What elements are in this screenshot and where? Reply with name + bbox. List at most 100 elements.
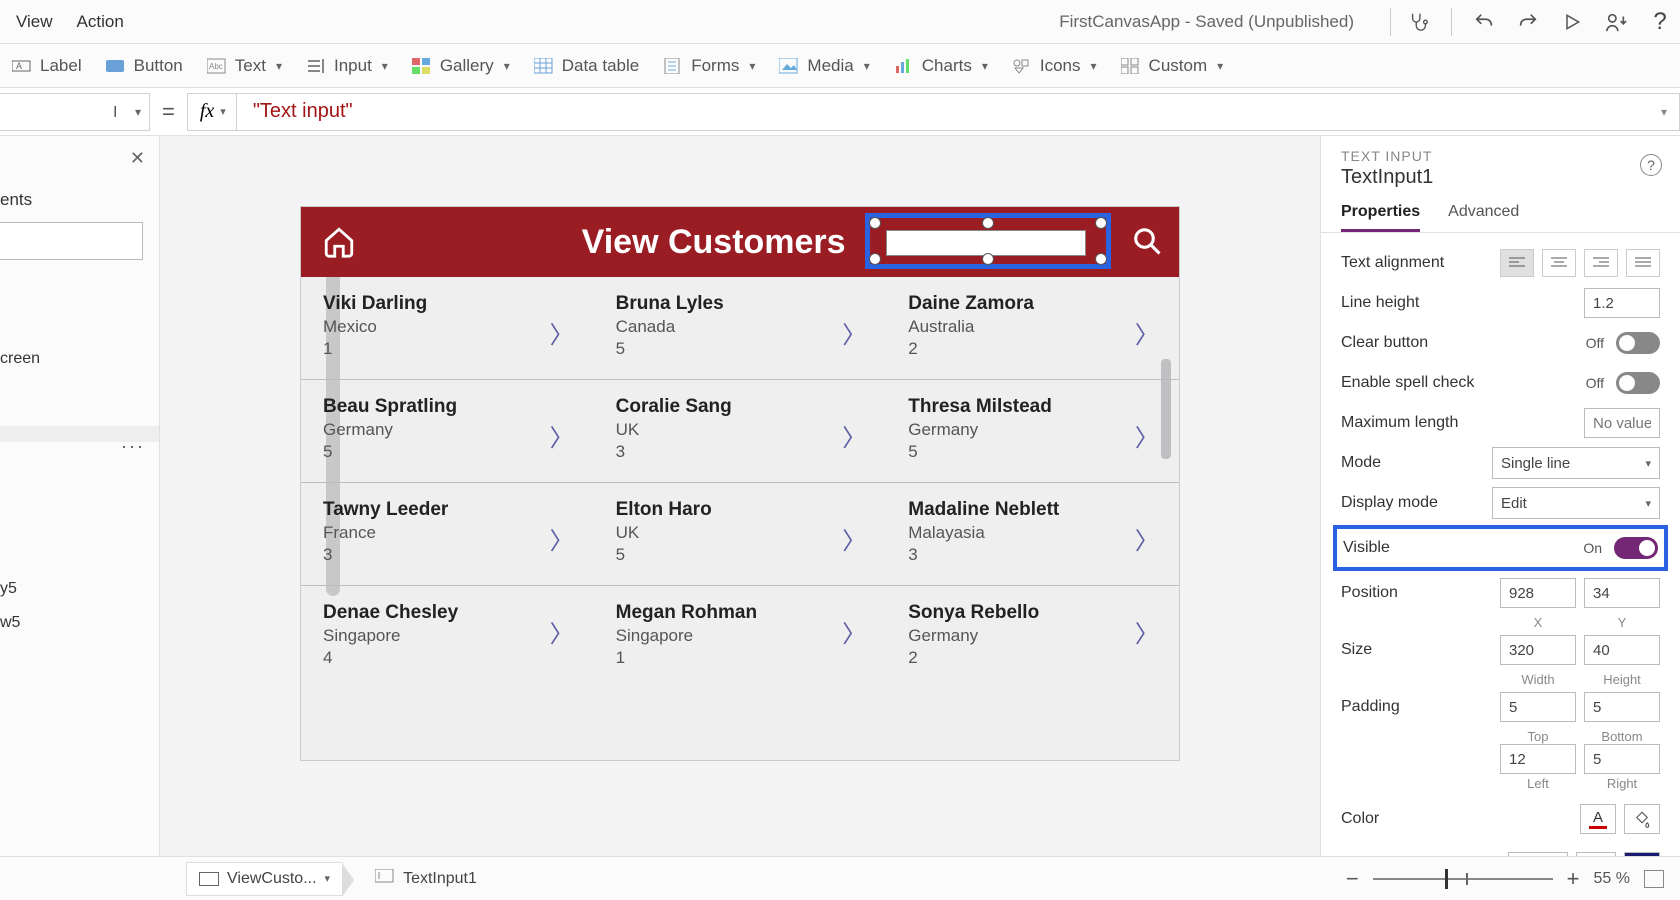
insert-text[interactable]: Abc Text▾ bbox=[207, 56, 282, 76]
padding-top-input[interactable] bbox=[1500, 692, 1576, 722]
insert-forms[interactable]: Forms▾ bbox=[663, 56, 755, 76]
insert-gallery[interactable]: Gallery▾ bbox=[412, 56, 510, 76]
tree-item[interactable]: y5 bbox=[0, 572, 159, 606]
chevron-right-icon[interactable]: 〉 bbox=[1135, 418, 1159, 453]
customer-card[interactable]: Bruna LylesCanada5〉 bbox=[594, 277, 887, 380]
prop-position-label: Position bbox=[1341, 584, 1500, 602]
fill-color-button[interactable] bbox=[1624, 804, 1660, 834]
align-center-button[interactable] bbox=[1542, 249, 1576, 277]
fullscreen-icon[interactable] bbox=[1644, 870, 1664, 888]
chevron-right-icon[interactable]: 〉 bbox=[550, 521, 574, 556]
resize-handle[interactable] bbox=[869, 217, 881, 229]
chevron-right-icon[interactable]: 〉 bbox=[1135, 315, 1159, 350]
tree-selected-item[interactable]: ··· bbox=[0, 426, 159, 442]
formula-input[interactable]: "Text input" ▾ bbox=[237, 93, 1680, 131]
visible-toggle[interactable] bbox=[1614, 537, 1658, 559]
customer-card[interactable]: Beau SpratlingGermany5〉 bbox=[301, 380, 594, 483]
tree-item[interactable]: w5 bbox=[0, 606, 159, 640]
close-icon[interactable]: ✕ bbox=[130, 148, 145, 169]
customer-card[interactable]: Sonya RebelloGermany2〉 bbox=[886, 586, 1179, 660]
insert-charts[interactable]: Charts▾ bbox=[894, 56, 988, 76]
zoom-slider[interactable] bbox=[1373, 878, 1553, 880]
tab-properties[interactable]: Properties bbox=[1341, 203, 1420, 232]
customer-card[interactable]: Denae ChesleySingapore4〉 bbox=[301, 586, 594, 660]
chevron-right-icon[interactable]: 〉 bbox=[550, 315, 574, 350]
customer-card[interactable]: Madaline NeblettMalayasia3〉 bbox=[886, 483, 1179, 586]
insert-custom[interactable]: Custom▾ bbox=[1121, 56, 1224, 76]
breadcrumb-control[interactable]: TextInput1 bbox=[363, 862, 489, 896]
insert-button[interactable]: Button bbox=[106, 56, 183, 76]
zoom-in-button[interactable]: + bbox=[1567, 866, 1580, 892]
menu-view[interactable]: View bbox=[16, 12, 53, 32]
chevron-right-icon[interactable]: 〉 bbox=[842, 418, 866, 453]
search-icon[interactable] bbox=[1129, 223, 1165, 259]
insert-input[interactable]: Input▾ bbox=[306, 56, 388, 76]
customer-card[interactable]: Tawny LeederFrance3〉 bbox=[301, 483, 594, 586]
chevron-right-icon[interactable]: 〉 bbox=[550, 418, 574, 453]
resize-handle[interactable] bbox=[1095, 217, 1107, 229]
resize-handle[interactable] bbox=[869, 253, 881, 265]
size-width-input[interactable] bbox=[1500, 635, 1576, 665]
padding-bottom-input[interactable] bbox=[1584, 692, 1660, 722]
line-height-input[interactable] bbox=[1584, 288, 1660, 318]
more-icon[interactable]: ··· bbox=[121, 436, 145, 457]
align-justify-button[interactable] bbox=[1626, 249, 1660, 277]
align-right-button[interactable] bbox=[1584, 249, 1618, 277]
customer-card[interactable]: Daine ZamoraAustralia2〉 bbox=[886, 277, 1179, 380]
insert-label[interactable]: A Label bbox=[12, 56, 82, 76]
resize-handle[interactable] bbox=[982, 253, 994, 265]
menu-action[interactable]: Action bbox=[77, 12, 124, 32]
display-mode-select[interactable]: Edit▾ bbox=[1492, 487, 1660, 519]
customer-card[interactable]: Viki DarlingMexico1〉 bbox=[301, 277, 594, 380]
help-icon[interactable]: ? bbox=[1640, 154, 1662, 176]
mode-select[interactable]: Single line▾ bbox=[1492, 447, 1660, 479]
position-y-input[interactable] bbox=[1584, 578, 1660, 608]
selected-textinput-control[interactable] bbox=[865, 213, 1111, 269]
play-icon[interactable] bbox=[1560, 10, 1584, 34]
chevron-right-icon[interactable]: 〉 bbox=[842, 521, 866, 556]
insert-datatable[interactable]: Data table bbox=[534, 56, 640, 76]
undo-icon[interactable] bbox=[1472, 10, 1496, 34]
zoom-out-button[interactable]: − bbox=[1346, 866, 1359, 892]
app-canvas[interactable]: View Customers Viki DarlingMexico1〉Bruna… bbox=[300, 206, 1180, 761]
size-height-input[interactable] bbox=[1584, 635, 1660, 665]
tree-screen-item[interactable]: creen bbox=[0, 342, 159, 376]
padding-left-input[interactable] bbox=[1500, 744, 1576, 774]
share-icon[interactable] bbox=[1604, 10, 1628, 34]
chevron-right-icon[interactable]: 〉 bbox=[550, 614, 574, 649]
property-dropdown[interactable]: I ▾ bbox=[0, 93, 150, 131]
stethoscope-icon[interactable] bbox=[1407, 10, 1431, 34]
tree-search-input[interactable] bbox=[0, 222, 143, 260]
help-icon[interactable]: ? bbox=[1648, 10, 1672, 34]
chevron-right-icon[interactable]: 〉 bbox=[1135, 614, 1159, 649]
customer-number: 1 bbox=[616, 648, 869, 668]
screen-icon bbox=[199, 872, 219, 886]
customer-card[interactable]: Elton HaroUK5〉 bbox=[594, 483, 887, 586]
tab-advanced[interactable]: Advanced bbox=[1448, 203, 1519, 232]
chevron-right-icon[interactable]: 〉 bbox=[842, 315, 866, 350]
chevron-down-icon[interactable]: ▾ bbox=[1661, 105, 1667, 119]
font-color-button[interactable]: A bbox=[1580, 804, 1616, 834]
max-length-input[interactable] bbox=[1584, 408, 1660, 438]
resize-handle[interactable] bbox=[982, 217, 994, 229]
customer-card[interactable]: Coralie SangUK3〉 bbox=[594, 380, 887, 483]
insert-icons[interactable]: Icons▾ bbox=[1012, 56, 1097, 76]
fx-button[interactable]: fx ▾ bbox=[187, 93, 237, 131]
customer-card[interactable]: Thresa MilsteadGermany5〉 bbox=[886, 380, 1179, 483]
chevron-down-icon: ▾ bbox=[1091, 59, 1097, 73]
clear-button-toggle[interactable] bbox=[1616, 332, 1660, 354]
insert-media[interactable]: Media▾ bbox=[779, 56, 869, 76]
spell-check-toggle[interactable] bbox=[1616, 372, 1660, 394]
resize-handle[interactable] bbox=[1095, 253, 1107, 265]
position-x-input[interactable] bbox=[1500, 578, 1576, 608]
home-icon[interactable] bbox=[319, 223, 359, 261]
chevron-right-icon[interactable]: 〉 bbox=[1135, 521, 1159, 556]
chevron-right-icon[interactable]: 〉 bbox=[842, 614, 866, 649]
padding-right-input[interactable] bbox=[1584, 744, 1660, 774]
customer-card[interactable]: Megan RohmanSingapore1〉 bbox=[594, 586, 887, 660]
customer-name: Madaline Neblett bbox=[908, 499, 1161, 521]
fx-icon: fx bbox=[200, 100, 214, 123]
align-left-button[interactable] bbox=[1500, 249, 1534, 277]
redo-icon[interactable] bbox=[1516, 10, 1540, 34]
breadcrumb-screen[interactable]: ViewCusto... ▾ bbox=[186, 862, 343, 896]
